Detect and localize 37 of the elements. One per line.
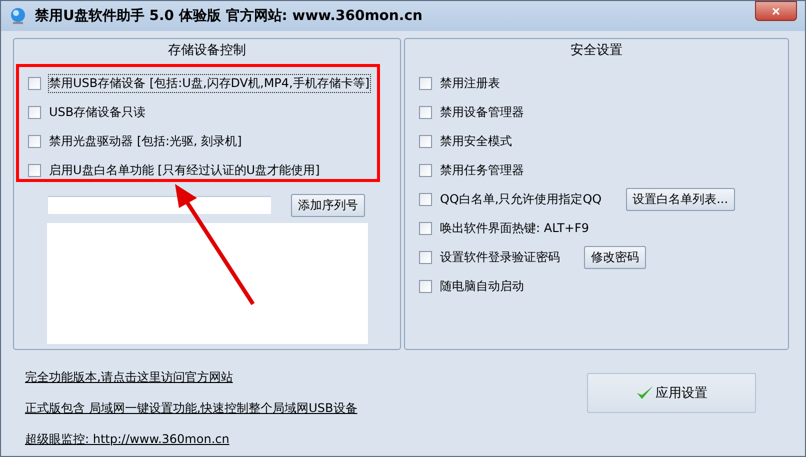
option-button[interactable]: 设置白名单列表...: [626, 188, 736, 210]
checkbox[interactable]: [419, 76, 432, 90]
option-label: 禁用光盘驱动器 [包括:光驱, 刻录机]: [49, 132, 242, 150]
check-icon: [636, 385, 654, 401]
option-label: USB存储设备只读: [49, 104, 146, 120]
option-label: 禁用注册表: [440, 74, 500, 92]
option-label: 禁用任务管理器: [440, 162, 524, 178]
option-label: 禁用USB存储设备 [包括:U盘,闪存DV机,MP4,手机存储卡等]: [49, 74, 370, 92]
option-label: 禁用安全模式: [440, 132, 512, 150]
app-logo-icon: [9, 7, 27, 25]
checkbox[interactable]: [419, 164, 432, 176]
checkbox[interactable]: [419, 280, 432, 292]
serial-input-field[interactable]: [48, 196, 271, 214]
checkbox[interactable]: [419, 222, 432, 234]
add-serial-button[interactable]: 添加序列号: [291, 194, 365, 216]
link[interactable]: 超级眼监控: http://www.360mon.cn: [25, 431, 401, 448]
window-title: 禁用U盘软件助手 5.0 体验版 官方网站: www.360mon.cn: [35, 7, 424, 25]
option-label: 禁用设备管理器: [440, 104, 524, 120]
panel-title: 存储设备控制: [168, 42, 246, 59]
checkbox[interactable]: [419, 250, 432, 264]
option-label: 设置软件登录验证密码: [440, 248, 560, 266]
apply-button[interactable]: 应用设置: [587, 373, 756, 413]
panel-title: 安全设置: [570, 42, 622, 59]
option-label: 唤出软件界面热键: ALT+F9: [440, 220, 590, 236]
checkbox[interactable]: [419, 134, 432, 148]
checkbox[interactable]: [28, 76, 41, 90]
option-label: 随电脑自动启动: [440, 278, 524, 294]
option-button[interactable]: 修改密码: [584, 246, 646, 268]
link[interactable]: 正式版包含 局域网一键设置功能,快速控制整个局域网USB设备: [25, 400, 401, 417]
checkbox[interactable]: [419, 192, 432, 206]
checkbox[interactable]: [28, 164, 41, 176]
checkbox[interactable]: [28, 106, 41, 118]
checkbox[interactable]: [419, 106, 432, 118]
checkbox[interactable]: [28, 134, 41, 148]
option-label: QQ白名单,只允许使用指定QQ: [440, 190, 602, 208]
link[interactable]: 完全功能版本,请点击这里访问官方网站: [25, 369, 401, 386]
option-label: 启用U盘白名单功能 [只有经过认证的U盘才能使用]: [49, 162, 320, 178]
